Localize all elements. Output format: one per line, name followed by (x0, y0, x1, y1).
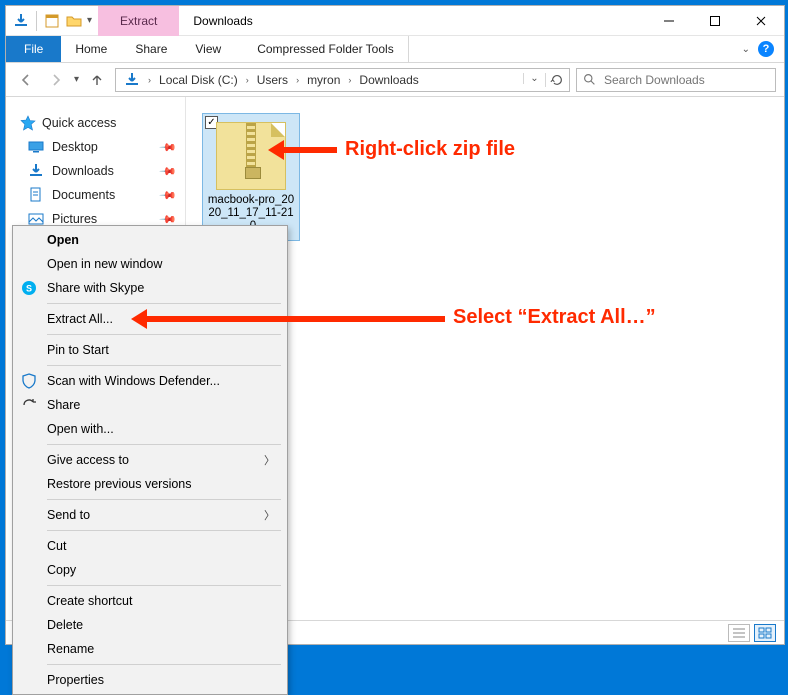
sidebar-item-documents[interactable]: Documents 📌 (6, 183, 185, 207)
sidebar-label: Downloads (52, 164, 114, 178)
defender-shield-icon (21, 373, 37, 389)
tab-view[interactable]: View (181, 36, 235, 62)
sidebar-item-downloads[interactable]: Downloads 📌 (6, 159, 185, 183)
refresh-button[interactable] (545, 73, 567, 87)
search-icon (583, 73, 596, 86)
annotation-text: Select “Extract All…” (453, 306, 656, 329)
ctx-rename[interactable]: Rename (13, 637, 287, 661)
search-input[interactable] (602, 72, 769, 88)
pin-icon: 📌 (159, 138, 178, 157)
address-row: ▾ › Local Disk (C:) › Users › myron › Do… (6, 63, 784, 97)
ribbon-collapse-icon[interactable]: ⌄ (742, 44, 750, 55)
close-button[interactable] (738, 6, 784, 36)
context-menu: Open Open in new window S Share with Sky… (12, 225, 288, 695)
ctx-share-skype[interactable]: S Share with Skype (13, 276, 287, 300)
contextual-tab-header: Extract (98, 6, 179, 36)
downloads-icon (28, 163, 44, 179)
pin-icon: 📌 (159, 186, 178, 205)
ctx-send-to[interactable]: Send to〉 (13, 503, 287, 527)
annotation-arrow (282, 147, 337, 153)
nav-back-button[interactable] (14, 68, 38, 92)
details-view-button[interactable] (728, 624, 750, 642)
chevron-right-icon[interactable]: › (244, 75, 251, 85)
properties-icon[interactable] (43, 12, 61, 30)
sidebar-label: Documents (52, 188, 115, 202)
quick-access-star-icon (20, 115, 36, 131)
address-bar[interactable]: › Local Disk (C:) › Users › myron › Down… (115, 68, 570, 92)
sidebar-label: Pictures (52, 212, 97, 226)
sidebar-label: Quick access (42, 116, 116, 130)
ctx-share[interactable]: Share (13, 393, 287, 417)
file-tab[interactable]: File (6, 36, 61, 62)
breadcrumb-segment[interactable]: Downloads (353, 69, 424, 91)
address-root-icon[interactable] (118, 69, 146, 91)
ctx-delete[interactable]: Delete (13, 613, 287, 637)
sidebar-label: Desktop (52, 140, 98, 154)
tab-share[interactable]: Share (121, 36, 181, 62)
chevron-right-icon[interactable]: › (294, 75, 301, 85)
tab-compressed-folder-tools[interactable]: Compressed Folder Tools (243, 36, 409, 62)
qat-customize-icon[interactable]: ▾ (87, 15, 92, 26)
ctx-create-shortcut[interactable]: Create shortcut (13, 589, 287, 613)
download-arrow-icon (12, 12, 30, 30)
window-title: Downloads (179, 6, 266, 36)
help-icon[interactable]: ? (758, 41, 774, 57)
submenu-arrow-icon: 〉 (264, 507, 275, 523)
minimize-button[interactable] (646, 6, 692, 36)
desktop-icon (28, 139, 44, 155)
ctx-open-new-window[interactable]: Open in new window (13, 252, 287, 276)
documents-icon (28, 187, 44, 203)
skype-icon: S (21, 280, 37, 296)
ctx-scan-defender[interactable]: Scan with Windows Defender... (13, 369, 287, 393)
nav-up-button[interactable] (85, 68, 109, 92)
ctx-give-access[interactable]: Give access to〉 (13, 448, 287, 472)
share-icon (21, 397, 37, 413)
nav-forward-button[interactable] (44, 68, 68, 92)
quick-access-toolbar: ▾ (6, 6, 98, 35)
chevron-right-icon[interactable]: › (146, 75, 153, 85)
breadcrumb-segment[interactable]: Users (251, 69, 294, 91)
maximize-button[interactable] (692, 6, 738, 36)
chevron-right-icon[interactable]: › (346, 75, 353, 85)
tab-home[interactable]: Home (61, 36, 121, 62)
ribbon-tabs: File Home Share View Compressed Folder T… (6, 36, 784, 63)
breadcrumb-segment[interactable]: Local Disk (C:) (153, 69, 244, 91)
ctx-pin-start[interactable]: Pin to Start (13, 338, 287, 362)
new-folder-icon[interactable] (65, 12, 83, 30)
window-controls (646, 6, 784, 35)
ctx-copy[interactable]: Copy (13, 558, 287, 582)
annotation-arrow (145, 316, 445, 322)
ctx-restore-versions[interactable]: Restore previous versions (13, 472, 287, 496)
search-box[interactable] (576, 68, 776, 92)
sidebar-quick-access[interactable]: Quick access (6, 111, 185, 135)
breadcrumb-segment[interactable]: myron (301, 69, 346, 91)
titlebar: ▾ Extract Downloads (6, 6, 784, 36)
ctx-properties[interactable]: Properties (13, 668, 287, 692)
svg-text:S: S (26, 284, 32, 294)
annotation-text: Right-click zip file (345, 138, 515, 161)
address-dropdown-button[interactable]: ⌄ (523, 73, 545, 84)
ctx-open[interactable]: Open (13, 228, 287, 252)
pin-icon: 📌 (159, 162, 178, 181)
thumbnails-view-button[interactable] (754, 624, 776, 642)
ctx-open-with[interactable]: Open with... (13, 417, 287, 441)
nav-history-icon[interactable]: ▾ (74, 74, 79, 85)
submenu-arrow-icon: 〉 (264, 452, 275, 468)
ctx-cut[interactable]: Cut (13, 534, 287, 558)
file-item-zip[interactable]: ✓ macbook-pro_2020_11_17_11-21-0 (202, 113, 300, 241)
sidebar-item-desktop[interactable]: Desktop 📌 (6, 135, 185, 159)
